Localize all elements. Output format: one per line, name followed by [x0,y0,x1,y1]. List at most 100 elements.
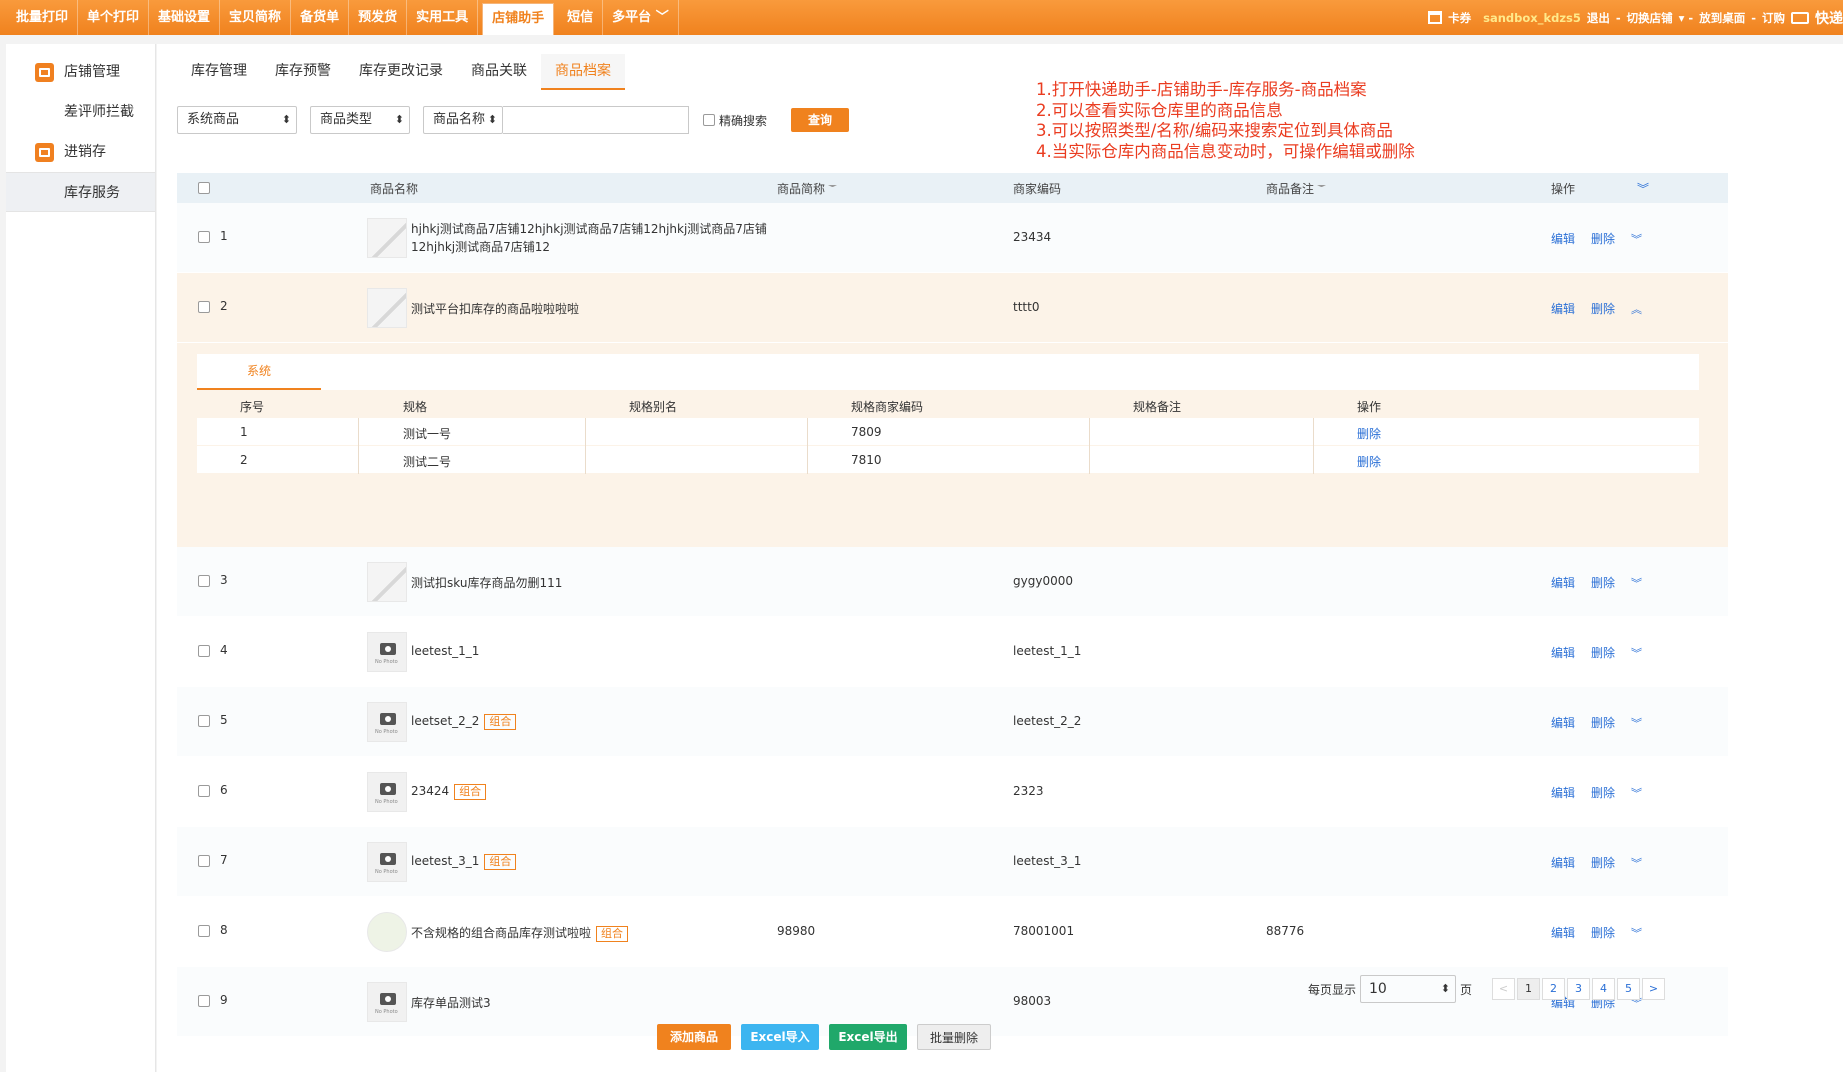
expand-icon[interactable]: ︾ [1631,575,1642,591]
divider [1089,418,1090,446]
filter-icon [828,184,838,194]
edit-link[interactable]: 编辑 [1551,924,1575,941]
batch-delete-button[interactable]: 批量删除 [917,1024,991,1050]
row-index: 5 [220,713,228,727]
edit-link[interactable]: 编辑 [1551,300,1575,317]
expand-icon[interactable]: ︾ [1631,231,1642,247]
sku-row: 1 测试一号 7809 删除 [197,418,1699,446]
sidebar-item-stock-service[interactable]: 库存服务 [6,172,155,212]
detail-tab-bar: 系统 [197,354,1699,390]
nav-shop-assistant[interactable]: 店铺助手 [482,3,555,35]
row-detail-panel: 系统 序号 规格 规格别名 规格商家编码 规格备注 操作 1 测试一号 7809… [177,343,1728,547]
row-checkbox[interactable] [198,995,210,1007]
switch-shop-link[interactable]: 切换店铺 [1627,10,1673,26]
sidebar-item-label: 店铺管理 [64,64,120,80]
delete-link[interactable]: 删除 [1591,644,1615,661]
row-checkbox[interactable] [198,575,210,587]
desktop-link[interactable]: 放到桌面 [1699,10,1745,26]
edit-link[interactable]: 编辑 [1551,714,1575,731]
nav-batch-print[interactable]: 批量打印 [0,0,79,35]
nav-item-abbr[interactable]: 宝贝简称 [220,0,292,35]
row-checkbox[interactable] [198,715,210,727]
edit-link[interactable]: 编辑 [1551,230,1575,247]
nav-pre-ship[interactable]: 预发货 [349,0,408,35]
product-thumbnail [367,218,407,258]
row-actions: 编辑 删除 ︾ [1551,714,1642,731]
no-photo-text: No Photo [375,869,398,875]
select-all-checkbox[interactable] [198,182,210,194]
collapse-icon[interactable]: ︽ [1631,301,1642,317]
expand-icon[interactable]: ︾ [1631,925,1642,941]
sku-delete-link[interactable]: 删除 [1357,425,1381,442]
edit-link[interactable]: 编辑 [1551,644,1575,661]
nav-sms[interactable]: 短信 [558,0,604,35]
product-source-select[interactable]: 系统商品 [177,106,297,134]
excel-import-button[interactable]: Excel导入 [741,1024,819,1050]
sidebar-item-inventory[interactable]: 进销存 [6,132,155,172]
search-field-select[interactable]: 商品名称 [423,106,503,134]
page-button-5[interactable]: 5 [1617,978,1641,1000]
delete-link[interactable]: 删除 [1591,854,1615,871]
header-note-label: 商品备注 [1266,181,1315,196]
expand-all-icon[interactable]: ︾ [1637,180,1649,197]
page-button-1[interactable]: 1 [1517,978,1541,1000]
edit-link[interactable]: 编辑 [1551,784,1575,801]
add-product-button[interactable]: 添加商品 [657,1024,731,1050]
product-table: 商品名称 商品简称 商家编码 商品备注 操作 ︾ 1 hjhkj测试商品7店铺1… [177,173,1728,1037]
row-checkbox[interactable] [198,925,210,937]
sidebar-item-bad-review-block[interactable]: 差评师拦截 [6,92,155,132]
tab-stock-log[interactable]: 库存更改记录 [345,54,457,90]
search-input[interactable] [503,106,689,134]
delete-link[interactable]: 删除 [1591,574,1615,591]
sku-row: 2 测试二号 7810 删除 [197,446,1699,474]
delete-link[interactable]: 删除 [1591,924,1615,941]
page-button-2[interactable]: 2 [1542,978,1566,1000]
sidebar-item-label: 差评师拦截 [64,104,134,120]
expand-icon[interactable]: ︾ [1631,785,1642,801]
tab-stock-alert[interactable]: 库存预警 [261,54,345,90]
page-size-select[interactable]: 10 [1360,975,1457,1003]
row-checkbox[interactable] [198,301,210,313]
page-button-3[interactable]: 3 [1567,978,1591,1000]
sku-header-spec: 规格 [403,400,428,414]
next-page-button[interactable]: > [1642,978,1666,1000]
edit-link[interactable]: 编辑 [1551,574,1575,591]
nav-tools[interactable]: 实用工具 [407,0,479,35]
page-button-4[interactable]: 4 [1592,978,1616,1000]
tab-item-link[interactable]: 商品关联 [457,54,541,90]
row-checkbox[interactable] [198,645,210,657]
prev-page-button[interactable]: < [1492,978,1516,1000]
expand-icon[interactable]: ︾ [1631,715,1642,731]
sku-delete-link[interactable]: 删除 [1357,453,1381,470]
delete-link[interactable]: 删除 [1591,714,1615,731]
edit-link[interactable]: 编辑 [1551,854,1575,871]
header-abbr[interactable]: 商品简称 [777,180,838,197]
header-note[interactable]: 商品备注 [1266,180,1327,197]
logout-link[interactable]: 退出 [1587,10,1610,26]
row-checkbox[interactable] [198,231,210,243]
exact-search-option[interactable]: 精确搜索 [703,112,767,129]
nav-multi-platform[interactable]: 多平台 ﹀ [603,0,679,35]
delete-link[interactable]: 删除 [1591,230,1615,247]
expand-icon[interactable]: ︾ [1631,855,1642,871]
expand-icon[interactable]: ︾ [1631,645,1642,661]
tab-item-archive[interactable]: 商品档案 [541,54,625,90]
nav-basic-settings[interactable]: 基础设置 [149,0,221,35]
nav-single-print[interactable]: 单个打印 [78,0,150,35]
note-line: 3.可以按照类型/名称/编码来搜索定位到具体商品 [1036,121,1393,140]
sidebar-item-shop-manage[interactable]: 店铺管理 [6,52,155,92]
coupon-link[interactable]: 卡券 [1448,10,1471,26]
exact-search-checkbox[interactable] [703,114,715,126]
nav-stock-list[interactable]: 备货单 [291,0,350,35]
search-button[interactable]: 查询 [791,108,850,132]
delete-link[interactable]: 删除 [1591,300,1615,317]
order-link[interactable]: 订购 [1762,10,1785,26]
tab-stock-manage[interactable]: 库存管理 [177,54,261,90]
row-checkbox[interactable] [198,855,210,867]
excel-export-button[interactable]: Excel导出 [829,1024,907,1050]
tab-system[interactable]: 系统 [197,354,321,390]
row-index: 3 [220,573,228,587]
row-checkbox[interactable] [198,785,210,797]
delete-link[interactable]: 删除 [1591,784,1615,801]
product-type-select[interactable]: 商品类型 [310,106,410,134]
